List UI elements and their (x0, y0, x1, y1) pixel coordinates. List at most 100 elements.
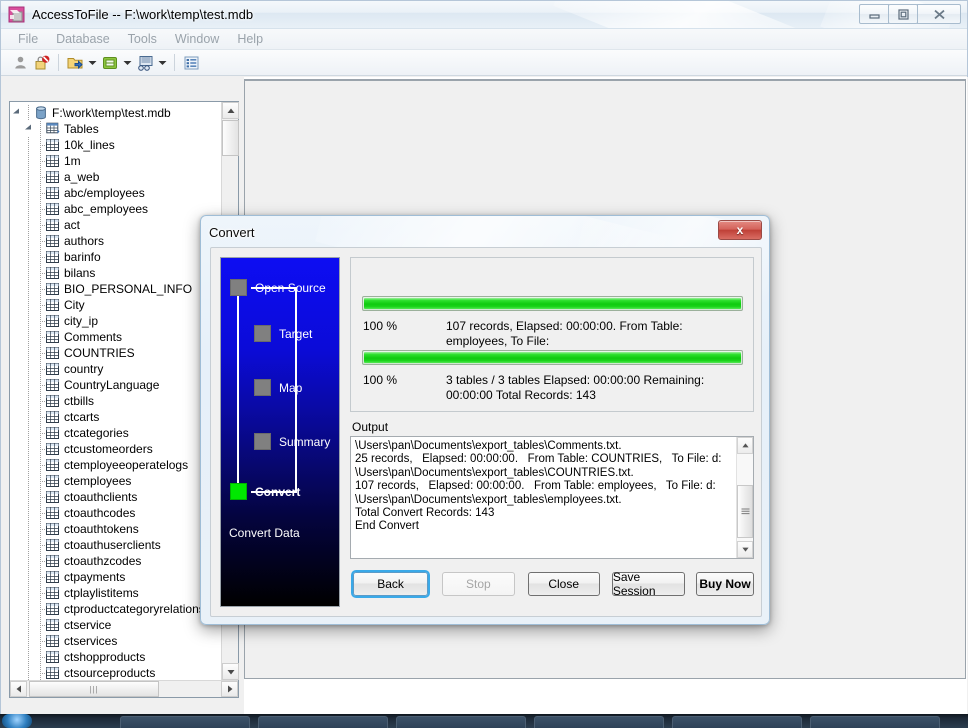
output-scroll-thumb[interactable] (737, 485, 753, 538)
tree-item-table[interactable]: 10k_lines (10, 137, 221, 153)
menu-item-tools[interactable]: Tools (119, 30, 166, 48)
tree-item-table[interactable]: country (10, 361, 221, 377)
taskbar-item[interactable] (810, 716, 940, 728)
table-icon (46, 603, 59, 615)
tree-item-table[interactable]: 1m (10, 153, 221, 169)
tree-item-table[interactable]: act (10, 217, 221, 233)
tree-item-table[interactable]: ctservice (10, 617, 221, 633)
tree-item-table[interactable]: COUNTRIES (10, 345, 221, 361)
taskbar-item[interactable] (534, 716, 664, 728)
export-dropdown-icon[interactable] (121, 52, 134, 74)
tree-item-table[interactable]: a_web (10, 169, 221, 185)
tree-item-table[interactable]: barinfo (10, 249, 221, 265)
tree-hscroll-thumb[interactable]: ||| (29, 681, 159, 697)
tree-item-table[interactable]: ctoauthclients (10, 489, 221, 505)
wizard-step-convert[interactable]: Convert (230, 483, 300, 500)
tree-item-table[interactable]: BIO_PERSONAL_INFO (10, 281, 221, 297)
list-view-icon[interactable] (180, 52, 202, 74)
scroll-down-button[interactable] (222, 663, 239, 680)
tree-tables-label: Tables (64, 122, 99, 136)
tree-item-table[interactable]: ctpayments (10, 569, 221, 585)
tree-item-table[interactable]: ctshopproducts (10, 649, 221, 665)
tree-item-table[interactable]: ctemployeeoperatelogs (10, 457, 221, 473)
scroll-right-button[interactable] (221, 681, 238, 697)
tree-item-table[interactable]: ctoauthuserclients (10, 537, 221, 553)
wizard-line-left (237, 296, 239, 493)
tree-connector (22, 361, 34, 377)
tree-item-table[interactable]: ctoauthzcodes (10, 553, 221, 569)
maximize-button[interactable] (888, 4, 918, 24)
tree-connector (22, 153, 34, 169)
tree-item-table[interactable]: abc_employees (10, 201, 221, 217)
wizard-step-map[interactable]: Map (254, 379, 302, 396)
tree-item-table[interactable]: abc/employees (10, 185, 221, 201)
tree-item-table[interactable]: ctbills (10, 393, 221, 409)
progress-table-percent: 100 % (363, 319, 398, 333)
close-button[interactable]: Close (527, 572, 600, 596)
user-icon[interactable] (9, 52, 31, 74)
menu-item-database[interactable]: Database (47, 30, 119, 48)
tree-item-table[interactable]: ctsourceproducts (10, 665, 221, 680)
tree-item-table[interactable]: city_ip (10, 313, 221, 329)
tree-item-table[interactable]: Comments (10, 329, 221, 345)
output-vertical-scrollbar[interactable] (736, 437, 753, 558)
tree-item-table[interactable]: ctservices (10, 633, 221, 649)
expander-collapse-tables-icon[interactable] (22, 124, 34, 134)
tree-table-label: ctoauthzcodes (64, 554, 142, 568)
tree-item-root[interactable]: F:\work\temp\test.mdb (10, 105, 221, 121)
taskbar-item[interactable] (672, 716, 802, 728)
lock-disconnect-icon[interactable] (31, 52, 53, 74)
open-database-icon[interactable] (64, 52, 86, 74)
tree-item-table[interactable]: ctoauthtokens (10, 521, 221, 537)
output-textbox[interactable]: \Users\pan\Documents\export_tables\Comme… (350, 436, 754, 559)
tree-table-label: ctoauthuserclients (64, 538, 161, 552)
wizard-step-target[interactable]: Target (254, 325, 312, 342)
expander-collapse-icon[interactable] (10, 108, 22, 118)
tree-item-table[interactable]: ctcustomeorders (10, 441, 221, 457)
scroll-left-button[interactable] (10, 681, 27, 697)
minimize-button[interactable] (859, 4, 889, 24)
table-icon (46, 395, 59, 407)
tree-connector (22, 217, 34, 233)
wizard-step-summary[interactable]: Summary (254, 433, 330, 450)
menu-item-help[interactable]: Help (228, 30, 272, 48)
tree-item-table[interactable]: bilans (10, 265, 221, 281)
back-button[interactable]: Back (353, 572, 429, 596)
wizard-step-label: Summary (279, 434, 331, 449)
output-scroll-up-button[interactable] (737, 437, 753, 454)
tree-item-table[interactable]: ctcarts (10, 409, 221, 425)
menu-item-file[interactable]: File (9, 30, 47, 48)
table-icon (46, 171, 59, 183)
convert-icon[interactable] (134, 52, 156, 74)
tree-item-table[interactable]: ctoauthcodes (10, 505, 221, 521)
open-database-dropdown-icon[interactable] (86, 52, 99, 74)
output-scroll-down-button[interactable] (737, 541, 753, 558)
tree-item-tables[interactable]: Tables (10, 121, 221, 137)
convert-dropdown-icon[interactable] (156, 52, 169, 74)
export-icon[interactable] (99, 52, 121, 74)
tree-horizontal-scrollbar[interactable]: ||| (10, 680, 238, 697)
dialog-close-button[interactable]: x (718, 220, 762, 240)
taskbar-item[interactable] (258, 716, 388, 728)
tree-item-table[interactable]: CountryLanguage (10, 377, 221, 393)
tree-item-table[interactable]: ctemployees (10, 473, 221, 489)
tree-connector-elbow (34, 585, 46, 601)
table-icon (46, 667, 59, 679)
start-button[interactable] (2, 714, 32, 728)
tree-item-table[interactable]: ctcategories (10, 425, 221, 441)
taskbar-item[interactable] (120, 716, 250, 728)
save-session-button[interactable]: Save Session (611, 570, 686, 598)
tree-item-table[interactable]: ctproductcategoryrelations (10, 601, 221, 617)
tree-scroll-thumb[interactable] (222, 120, 239, 156)
tree-item-table[interactable]: City (10, 297, 221, 313)
menu-item-window[interactable]: Window (166, 30, 228, 48)
tree-item-table[interactable]: authors (10, 233, 221, 249)
database-tree[interactable]: F:\work\temp\test.mdb Tables 10k_lines 1… (10, 102, 221, 680)
scroll-up-button[interactable] (222, 102, 239, 119)
tree-table-label: ctservice (64, 618, 112, 632)
tree-item-table[interactable]: ctplaylistitems (10, 585, 221, 601)
close-button[interactable] (917, 4, 961, 24)
buy-now-button[interactable]: Buy Now (696, 572, 754, 596)
wizard-step-open-source[interactable]: Open Source (230, 279, 326, 296)
taskbar-item[interactable] (396, 716, 526, 728)
